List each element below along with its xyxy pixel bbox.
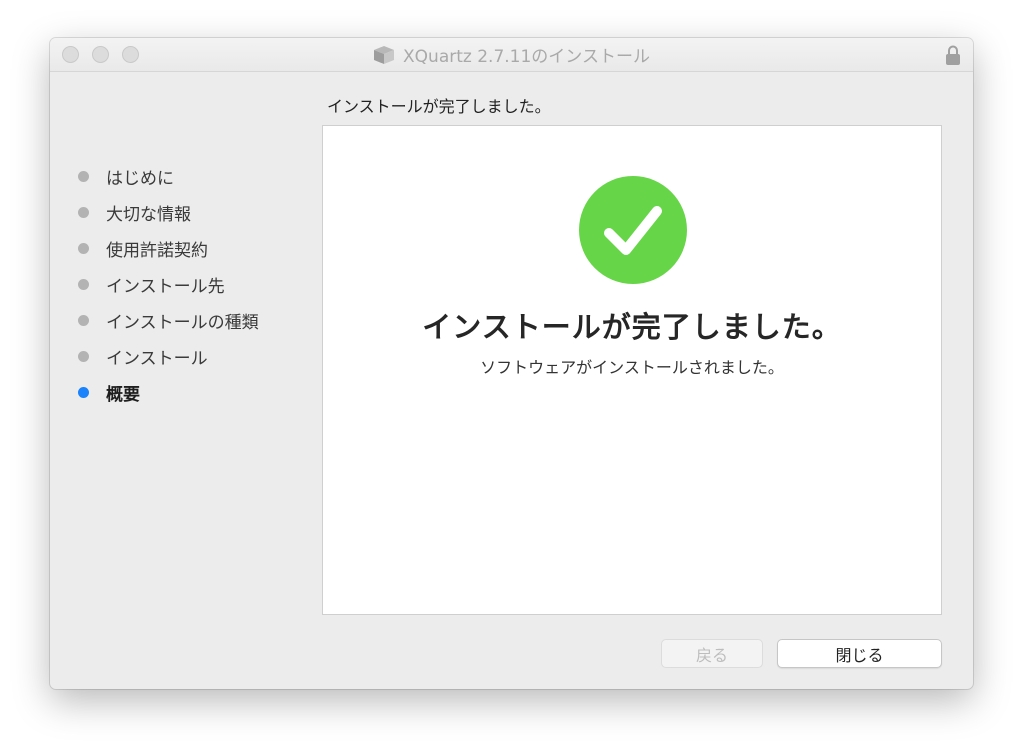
checkmark-circle-icon: [579, 176, 687, 284]
step-indicator-dot-active: [78, 386, 89, 398]
close-button[interactable]: 閉じる: [777, 639, 942, 668]
sidebar-step-introduction: はじめに: [78, 158, 259, 194]
back-button[interactable]: 戻る: [661, 639, 763, 668]
package-icon: [374, 45, 395, 64]
step-label: インストール先: [106, 276, 225, 297]
step-label: 概要: [106, 384, 140, 405]
step-label: 大切な情報: [106, 204, 191, 225]
step-label: インストールの種類: [106, 312, 259, 333]
step-indicator-dot: [78, 206, 89, 218]
sidebar-step-installation: インストール: [78, 338, 259, 374]
content-panel: インストールが完了しました。 ソフトウェアがインストールされました。: [322, 125, 942, 615]
installer-window: XQuartz 2.7.11のインストール インストールが完了しました。 はじめ…: [50, 38, 973, 689]
page-heading: インストールが完了しました。: [327, 97, 551, 116]
step-label: 使用許諾契約: [106, 240, 208, 261]
window-title: XQuartz 2.7.11のインストール: [403, 47, 650, 67]
completion-title: インストールが完了しました。: [422, 310, 842, 344]
step-indicator-dot: [78, 170, 89, 182]
step-indicator-dot: [78, 242, 89, 254]
step-indicator-dot: [78, 314, 89, 326]
sidebar-steps: はじめに 大切な情報 使用許諾契約 インストール先 インストールの種類 インスト…: [78, 158, 259, 410]
step-indicator-dot: [78, 350, 89, 362]
sidebar-step-read-me: 大切な情報: [78, 194, 259, 230]
titlebar: XQuartz 2.7.11のインストール: [50, 38, 973, 72]
sidebar-step-destination: インストール先: [78, 266, 259, 302]
lock-icon: [946, 45, 960, 65]
sidebar-step-summary: 概要: [78, 374, 259, 410]
sidebar-step-installation-type: インストールの種類: [78, 302, 259, 338]
sidebar-step-license: 使用許諾契約: [78, 230, 259, 266]
completion-message: ソフトウェアがインストールされました。: [480, 358, 784, 377]
step-label: はじめに: [106, 168, 174, 189]
step-indicator-dot: [78, 278, 89, 290]
step-label: インストール: [106, 348, 208, 369]
window-title-group: XQuartz 2.7.11のインストール: [50, 38, 973, 71]
